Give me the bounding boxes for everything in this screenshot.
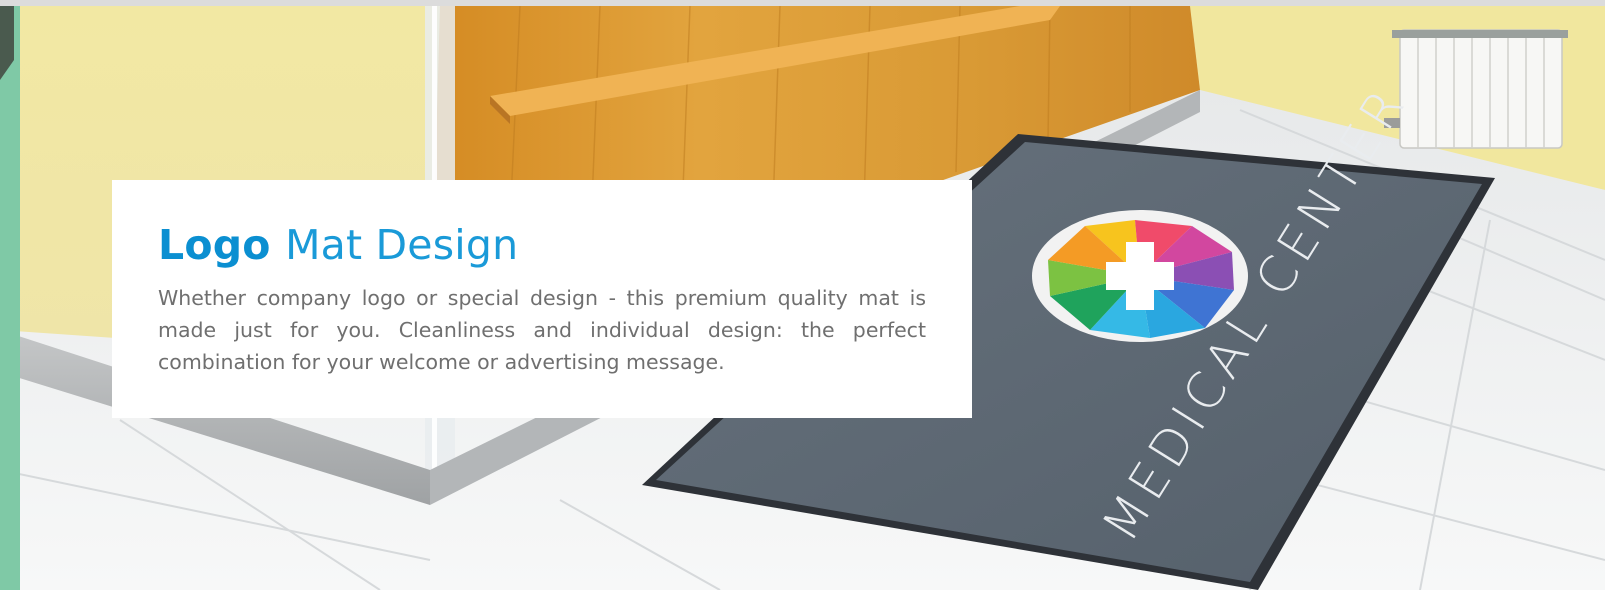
green-edge [0,6,20,590]
photo-scene: MEDICAL CENTER Logo Mat Design Whether c… [0,0,1605,590]
card-body: Whether company logo or special design -… [158,286,926,374]
top-strip [0,0,1605,6]
card-title: Logo Mat Design [158,218,926,272]
info-card: Logo Mat Design Whether company logo or … [112,180,972,418]
radiator [1384,29,1568,149]
card-title-rest: Mat Design [285,221,519,269]
card-title-bold: Logo [158,221,271,269]
